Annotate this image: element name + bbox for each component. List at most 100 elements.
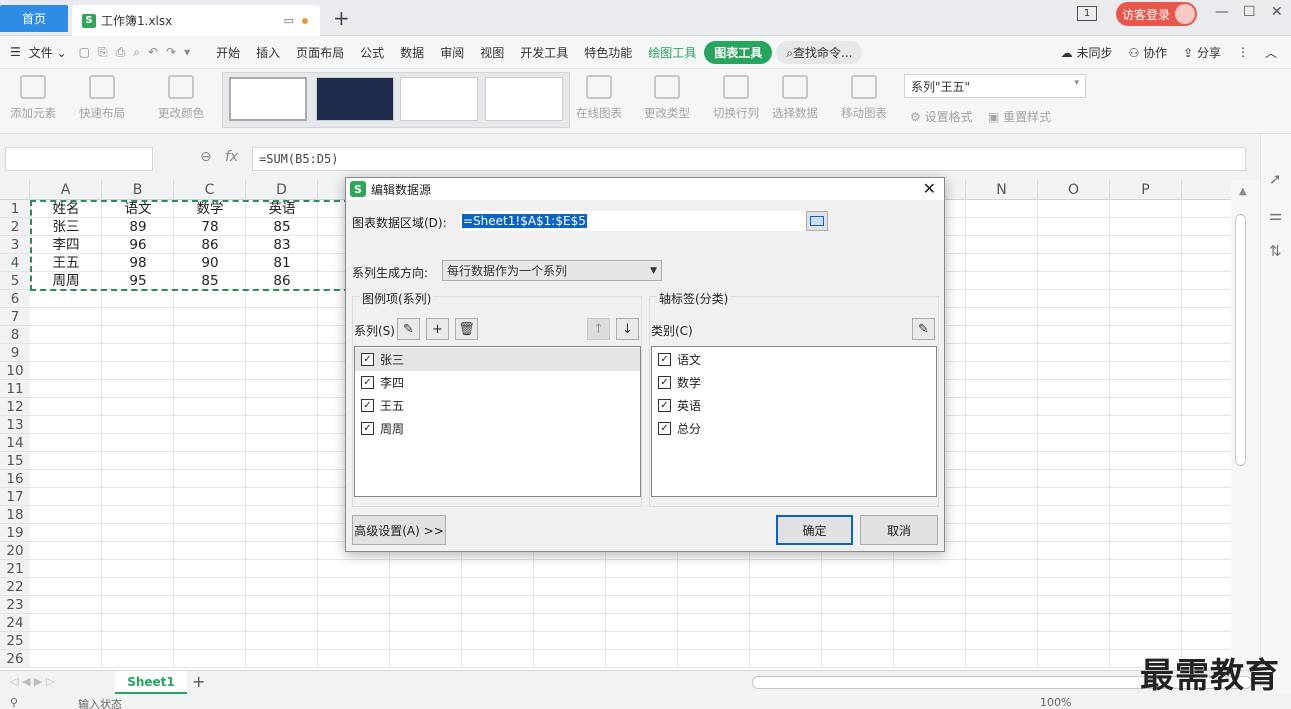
- page-badge[interactable]: 1: [1077, 6, 1097, 21]
- row-header[interactable]: 1: [0, 200, 30, 218]
- add-sheet-button[interactable]: +: [192, 672, 205, 691]
- checkbox[interactable]: ✓: [361, 399, 374, 412]
- menu-formula[interactable]: 公式: [352, 44, 392, 61]
- column-header[interactable]: O: [1038, 180, 1110, 200]
- row-header[interactable]: 24: [0, 614, 30, 632]
- minimize-button[interactable]: —: [1215, 4, 1229, 20]
- edit-category-button[interactable]: ✎: [912, 318, 935, 340]
- edit-series-button[interactable]: ✎: [397, 318, 420, 340]
- online-chart-button[interactable]: 在线图表: [576, 75, 622, 121]
- series-item[interactable]: ✓ 王五: [355, 394, 640, 417]
- category-item[interactable]: ✓ 数学: [652, 371, 936, 394]
- category-item[interactable]: ✓ 英语: [652, 394, 936, 417]
- row-header[interactable]: 6: [0, 290, 30, 308]
- hamburger-icon[interactable]: ☰: [0, 45, 29, 59]
- zoom-level[interactable]: 100%: [1040, 696, 1071, 709]
- dialog-close-button[interactable]: ✕: [923, 179, 936, 198]
- save-icon[interactable]: ▢: [75, 45, 94, 59]
- row-header[interactable]: 10: [0, 362, 30, 380]
- checkbox[interactable]: ✓: [658, 399, 671, 412]
- menu-draw-tools[interactable]: 绘图工具: [640, 44, 704, 61]
- checkbox[interactable]: ✓: [658, 376, 671, 389]
- advanced-settings-button[interactable]: 高级设置(A) >>: [352, 515, 446, 545]
- row-header[interactable]: 12: [0, 398, 30, 416]
- add-element-button[interactable]: 添加元素: [10, 75, 56, 121]
- row-header[interactable]: 9: [0, 344, 30, 362]
- row-header[interactable]: 18: [0, 506, 30, 524]
- row-header[interactable]: 21: [0, 560, 30, 578]
- chart-style-thumb-1[interactable]: [229, 77, 307, 121]
- category-item[interactable]: ✓ 总分: [652, 417, 936, 440]
- menu-review[interactable]: 审阅: [432, 44, 472, 61]
- cancel-button[interactable]: 取消: [860, 515, 938, 545]
- row-header[interactable]: 16: [0, 470, 30, 488]
- row-header[interactable]: 3: [0, 236, 30, 254]
- column-header[interactable]: P: [1110, 180, 1182, 200]
- quick-layout-button[interactable]: 快速布局: [79, 75, 125, 121]
- row-header[interactable]: 5: [0, 272, 30, 290]
- switch-rowcol-button[interactable]: 切换行列: [713, 75, 759, 121]
- sheet-tab[interactable]: Sheet1: [115, 671, 187, 694]
- tab-workbook[interactable]: S 工作簿1.xlsx ▭: [72, 5, 320, 36]
- chart-style-thumb-2[interactable]: [316, 77, 394, 121]
- menu-insert[interactable]: 插入: [248, 44, 288, 61]
- visitor-login-button[interactable]: 访客登录: [1116, 2, 1197, 26]
- maximize-button[interactable]: ☐: [1243, 4, 1256, 20]
- share-button[interactable]: ⇪ 分享: [1175, 44, 1229, 61]
- pointer-icon[interactable]: ➚: [1269, 170, 1282, 188]
- menu-view[interactable]: 视图: [472, 44, 512, 61]
- column-header[interactable]: N: [966, 180, 1038, 200]
- set-format-button[interactable]: ⚙ 设置格式: [910, 108, 973, 125]
- redo-icon[interactable]: ↷: [162, 45, 180, 59]
- transfer-icon[interactable]: ⇅: [1269, 242, 1282, 260]
- zoom-formula-icon[interactable]: ⊖: [200, 149, 212, 165]
- series-item[interactable]: ✓ 周周: [355, 417, 640, 440]
- row-header[interactable]: 11: [0, 380, 30, 398]
- row-header[interactable]: 13: [0, 416, 30, 434]
- checkbox[interactable]: ✓: [361, 422, 374, 435]
- row-header[interactable]: 17: [0, 488, 30, 506]
- menu-chart-tools[interactable]: 图表工具: [704, 40, 773, 64]
- row-header[interactable]: 23: [0, 596, 30, 614]
- menu-file[interactable]: 文件 ⌄: [29, 44, 75, 61]
- sync-button[interactable]: ☁ 未同步: [1053, 44, 1121, 61]
- more-menu-icon[interactable]: ⋮: [1229, 45, 1257, 59]
- row-header[interactable]: 22: [0, 578, 30, 596]
- checkbox[interactable]: ✓: [361, 353, 374, 366]
- select-data-button[interactable]: 选择数据: [772, 75, 818, 121]
- row-header[interactable]: 26: [0, 650, 30, 668]
- more-dropdown-icon[interactable]: ▾: [180, 45, 194, 59]
- checkbox[interactable]: ✓: [361, 376, 374, 389]
- select-all-corner[interactable]: [0, 180, 30, 200]
- column-header[interactable]: B: [102, 180, 174, 200]
- delete-series-button[interactable]: 🗑: [455, 318, 478, 340]
- sliders-icon[interactable]: ⚌: [1269, 206, 1282, 224]
- chart-style-thumb-3[interactable]: [400, 77, 478, 121]
- move-down-button[interactable]: ↓: [616, 318, 639, 340]
- menu-data[interactable]: 数据: [392, 44, 432, 61]
- export-icon[interactable]: ⎘: [94, 45, 112, 60]
- series-selector[interactable]: 系列"王五" ▾: [904, 74, 1086, 98]
- row-header[interactable]: 25: [0, 632, 30, 650]
- row-header[interactable]: 2: [0, 218, 30, 236]
- row-header[interactable]: 14: [0, 434, 30, 452]
- direction-select[interactable]: 每行数据作为一个系列 ▼: [442, 260, 662, 281]
- new-tab-button[interactable]: +: [333, 6, 350, 30]
- checkbox[interactable]: ✓: [658, 422, 671, 435]
- scroll-up-icon[interactable]: ▲: [1239, 186, 1247, 197]
- vertical-scrollbar[interactable]: ▲: [1231, 180, 1260, 670]
- move-up-button[interactable]: ↑: [587, 318, 610, 340]
- tab-home[interactable]: 首页: [0, 5, 68, 32]
- column-header[interactable]: D: [246, 180, 318, 200]
- macro-icon[interactable]: ⚲: [10, 696, 18, 709]
- row-header[interactable]: 15: [0, 452, 30, 470]
- row-header[interactable]: 7: [0, 308, 30, 326]
- reset-style-button[interactable]: ▣ 重置样式: [988, 108, 1051, 125]
- menu-special[interactable]: 特色功能: [576, 44, 640, 61]
- monitor-icon[interactable]: ▭: [284, 14, 294, 27]
- close-window-button[interactable]: ✕: [1271, 4, 1283, 20]
- command-search[interactable]: ⌕查找命令...: [776, 40, 863, 64]
- change-type-button[interactable]: 更改类型: [644, 75, 690, 121]
- move-chart-button[interactable]: 移动图表: [841, 75, 887, 121]
- category-item[interactable]: ✓ 语文: [652, 348, 936, 371]
